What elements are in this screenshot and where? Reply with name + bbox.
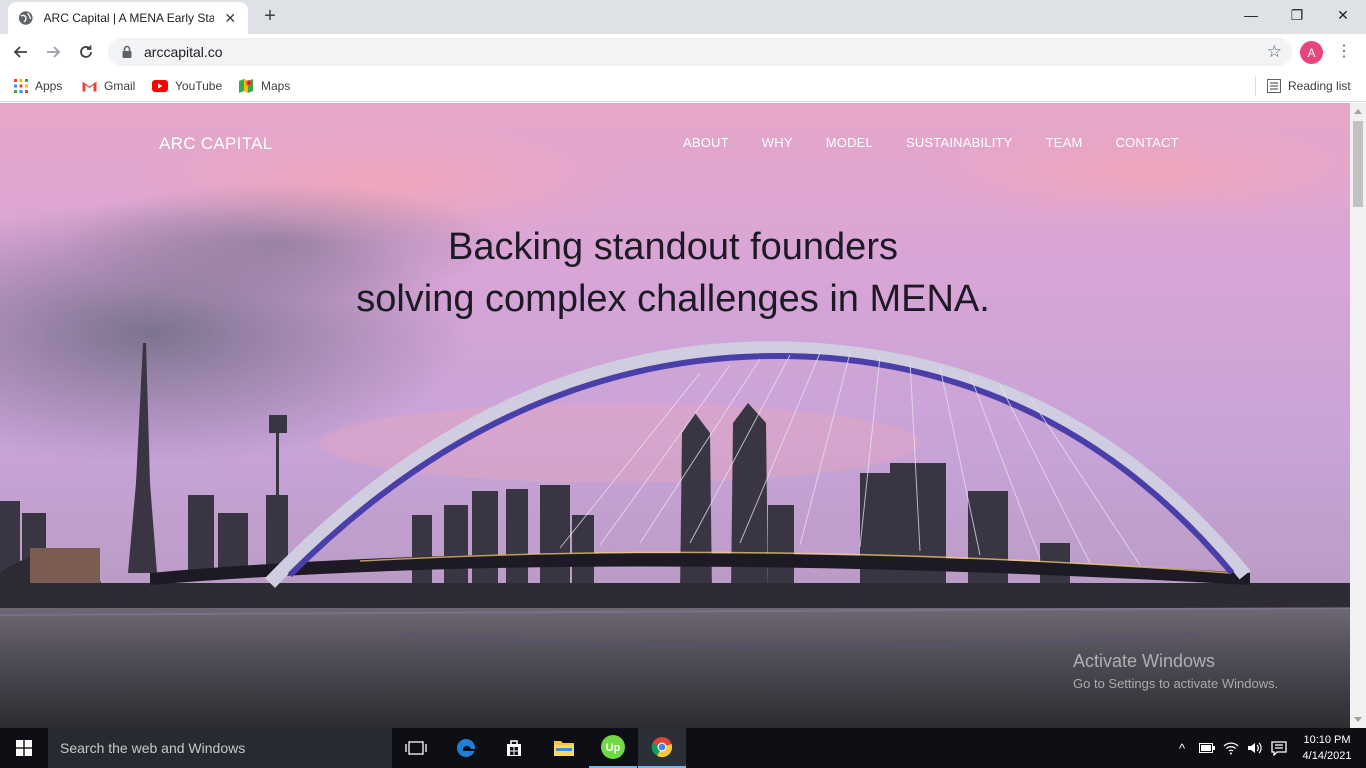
taskbar-edge[interactable] [442,728,490,768]
bookmark-label: Gmail [104,79,136,93]
address-bar[interactable]: arccapital.co ☆ [108,38,1292,66]
bookmark-youtube[interactable]: YouTube [152,76,222,96]
activate-windows-watermark: Activate Windows Go to Settings to activ… [1073,651,1278,691]
upwork-icon: Up [601,735,625,759]
windows-taskbar: Search the web and Windows Up ^ 10:10 PM… [0,728,1366,768]
reload-button[interactable] [74,40,98,64]
bookmark-apps[interactable]: Apps [14,76,62,96]
task-view-icon [405,741,427,755]
volume-icon[interactable] [1244,728,1266,768]
clock-date: 4/14/2021 [1302,750,1352,762]
new-tab-button[interactable]: + [258,6,282,28]
nav-model[interactable]: MODEL [826,135,873,150]
url-text: arccapital.co [144,44,223,60]
minimize-button[interactable]: — [1228,0,1274,30]
bookmark-gmail[interactable]: Gmail [82,76,135,96]
tab-close-icon[interactable]: ✕ [222,10,238,27]
bookmarks-separator [1255,76,1256,96]
page-viewport: ARC CAPITAL ABOUT WHY MODEL SUSTAINABILI… [0,103,1350,728]
windows-logo-icon [16,740,32,756]
clock-time: 10:10 PM [1303,734,1351,746]
browser-toolbar: arccapital.co ☆ A ⋮ [0,34,1366,70]
reading-list-button[interactable]: Reading list [1267,76,1351,96]
lock-icon [122,45,132,58]
scroll-down-icon[interactable] [1354,717,1362,722]
taskbar-upwork[interactable]: Up [589,728,637,768]
youtube-icon [152,80,168,92]
battery-icon[interactable] [1196,728,1218,768]
gmail-icon [82,80,97,92]
reading-list-icon [1267,79,1281,93]
browser-tab[interactable]: ARC Capital | A MENA Early Stage VC ✕ [8,2,248,34]
hero-image [0,103,1350,728]
store-icon [507,740,521,756]
svg-text:Up: Up [606,742,621,754]
taskbar-chrome[interactable] [638,728,686,768]
forward-button[interactable] [41,40,65,64]
page-scrollbar[interactable] [1350,103,1366,728]
folder-icon [554,741,574,756]
edge-icon [457,738,476,757]
site-logo[interactable]: ARC CAPITAL [159,134,273,154]
forward-arrow-icon [47,46,61,58]
wifi-icon[interactable] [1220,728,1242,768]
back-arrow-icon [13,46,27,58]
restore-button[interactable]: ❐ [1274,0,1320,30]
watermark-subtitle: Go to Settings to activate Windows. [1073,676,1279,691]
bookmarks-bar: Apps Gmail YouTube Maps Reading list [0,70,1366,102]
tray-overflow-icon[interactable]: ^ [1172,728,1192,768]
nav-why[interactable]: WHY [762,135,793,150]
hero-headline: Backing standout founders solving comple… [0,221,1346,325]
back-button[interactable] [9,40,33,64]
system-clock[interactable]: 10:10 PM 4/14/2021 [1296,732,1358,764]
start-button[interactable] [0,728,48,768]
watermark-title: Activate Windows [1073,651,1216,671]
window-controls: — ❐ ✕ [1228,0,1366,30]
headline-line-2: solving complex challenges in MENA. [356,278,990,320]
nav-sustainability[interactable]: SUSTAINABILITY [906,135,1013,150]
nav-team[interactable]: TEAM [1046,135,1083,150]
bookmark-maps[interactable]: Maps [238,76,290,96]
scroll-up-icon[interactable] [1354,109,1362,114]
nav-about[interactable]: ABOUT [683,135,729,150]
taskbar-store[interactable] [490,728,538,768]
reading-list-label: Reading list [1288,79,1351,93]
tab-strip: ARC Capital | A MENA Early Stage VC ✕ + … [0,0,1366,34]
scrollbar-thumb[interactable] [1353,121,1363,207]
notifications-icon[interactable] [1268,728,1290,768]
bookmark-label: Apps [35,79,63,93]
site-nav: ABOUT WHY MODEL SUSTAINABILITY TEAM CONT… [683,135,1212,150]
reload-icon [80,45,92,58]
close-window-button[interactable]: ✕ [1320,0,1366,30]
globe-icon [18,11,33,25]
bookmark-label: Maps [261,79,291,93]
bookmark-label: YouTube [175,79,223,93]
tab-title: ARC Capital | A MENA Early Stage VC [43,11,215,25]
task-view-button[interactable] [392,728,440,768]
bookmark-star-icon[interactable]: ☆ [1267,43,1282,61]
maps-icon [239,79,253,93]
nav-contact[interactable]: CONTACT [1115,135,1178,150]
taskbar-search[interactable]: Search the web and Windows [48,728,392,768]
headline-line-1: Backing standout founders [448,226,898,268]
more-menu-icon[interactable]: ⋮ [1336,42,1352,62]
chrome-icon [651,737,673,758]
apps-grid-icon [14,79,28,93]
taskbar-file-explorer[interactable] [540,728,588,768]
profile-avatar[interactable]: A [1300,41,1323,64]
